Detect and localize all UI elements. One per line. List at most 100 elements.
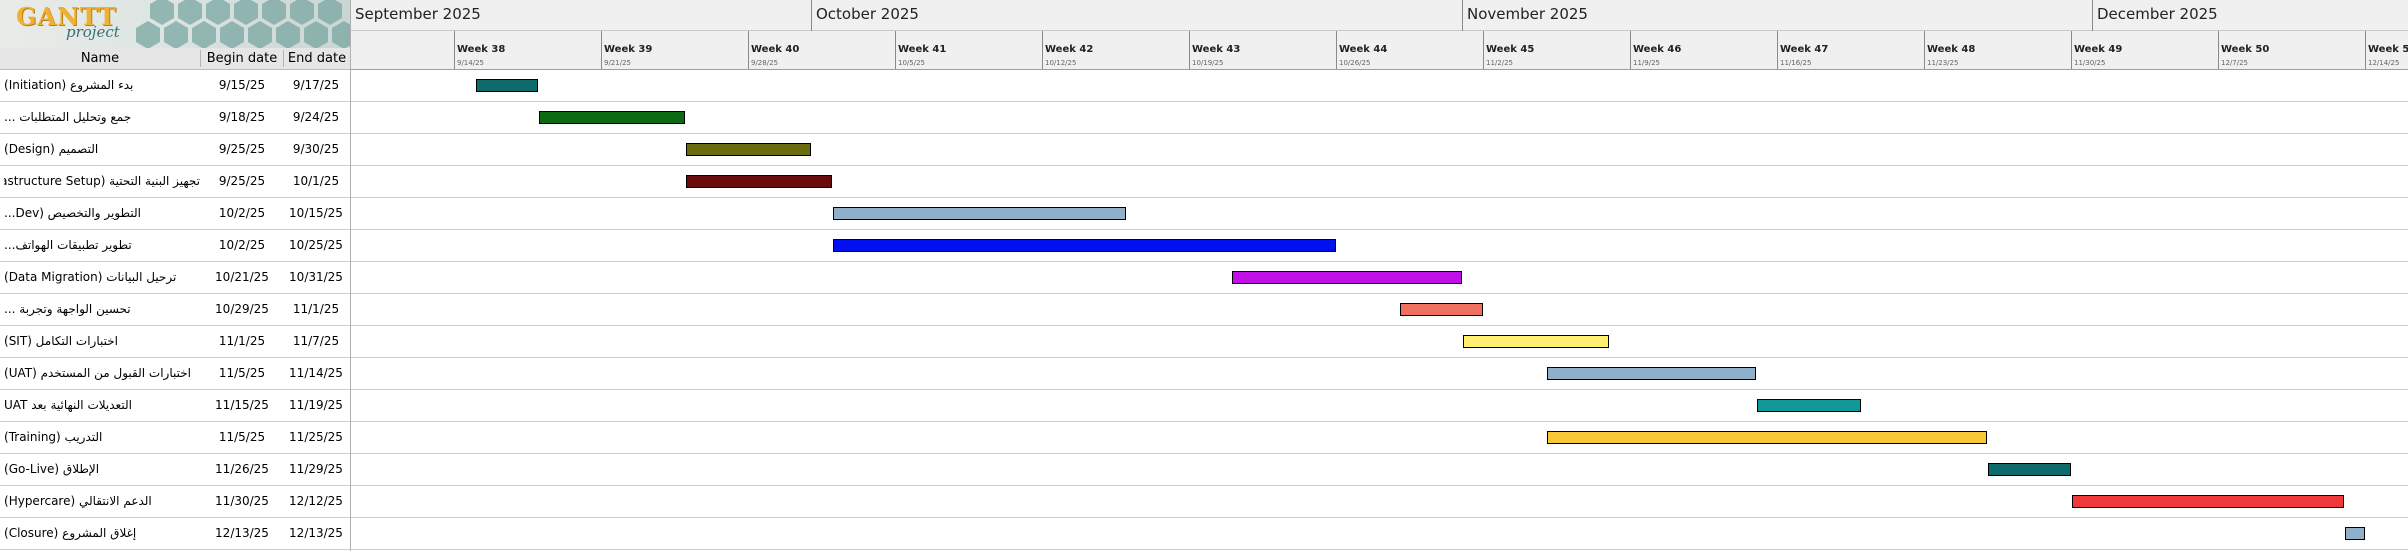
task-bar[interactable] — [1757, 399, 1861, 412]
task-begin-date-cell[interactable]: 9/18/25 — [202, 102, 282, 133]
week-label: Week 48 — [1927, 44, 1976, 55]
task-name-cell[interactable]: التصميم (Design) — [4, 134, 200, 165]
task-begin-date-cell[interactable]: 11/15/25 — [202, 390, 282, 421]
task-bar[interactable] — [2072, 495, 2344, 508]
task-end-date-cell[interactable]: 12/13/25 — [284, 518, 348, 549]
task-end-date-cell[interactable]: 11/25/25 — [284, 422, 348, 453]
task-begin-date-cell[interactable]: 11/30/25 — [202, 486, 282, 517]
week-divider — [2071, 31, 2072, 69]
table-row[interactable]: الدعم الانتقالي (Hypercare) 11/30/25 12/12… — [0, 486, 2408, 518]
task-end-date-cell[interactable]: 11/14/25 — [284, 358, 348, 389]
table-row[interactable]: جمع وتحليل المتطلبات ... 9/18/25 9/24/25 — [0, 102, 2408, 134]
task-end-date-cell[interactable]: 9/30/25 — [284, 134, 348, 165]
task-name-cell[interactable]: التعديلات النهائية بعد UAT — [4, 390, 200, 421]
table-chart-divider[interactable] — [350, 0, 351, 551]
task-end-date-cell[interactable]: 11/7/25 — [284, 326, 348, 357]
table-row[interactable]: التصميم (Design) 9/25/25 9/30/25 — [0, 134, 2408, 166]
table-row[interactable]: التدريب (Training) 11/5/25 11/25/25 — [0, 422, 2408, 454]
task-name-cell[interactable]: الدعم الانتقالي (Hypercare) — [4, 486, 200, 517]
task-bar[interactable] — [1988, 463, 2071, 476]
task-bar[interactable] — [686, 175, 832, 188]
week-start-date: 11/30/25 — [2074, 59, 2106, 67]
table-row[interactable]: التطوير والتخصيص (Dev... 10/2/25 10/15/25 — [0, 198, 2408, 230]
task-begin-date-cell[interactable]: 10/29/25 — [202, 294, 282, 325]
month-label: December 2025 — [2097, 5, 2218, 23]
task-bar[interactable] — [1547, 431, 1987, 444]
week-divider — [1336, 31, 1337, 69]
task-bar[interactable] — [539, 111, 685, 124]
task-begin-date-cell[interactable]: 9/25/25 — [202, 134, 282, 165]
month-band: September 2025 October 2025 November 2025 D… — [350, 0, 2408, 31]
week-divider — [1630, 31, 1631, 69]
task-end-date-cell[interactable]: 9/17/25 — [284, 70, 348, 101]
task-begin-date-cell[interactable]: 11/1/25 — [202, 326, 282, 357]
task-end-date-cell[interactable]: 10/25/25 — [284, 230, 348, 261]
task-end-date-cell[interactable]: 10/1/25 — [284, 166, 348, 197]
ganttproject-logo: GANTT project — [0, 0, 350, 48]
task-begin-date-cell[interactable]: 10/21/25 — [202, 262, 282, 293]
task-name-cell[interactable]: التطوير والتخصيص (Dev... — [4, 198, 200, 229]
table-row[interactable]: تحسين الواجهة وتجربة ... 10/29/25 11/1/25 — [0, 294, 2408, 326]
table-row[interactable]: التعديلات النهائية بعد UAT 11/15/25 11/19/… — [0, 390, 2408, 422]
task-bar[interactable] — [1463, 335, 1609, 348]
task-begin-date-cell[interactable]: 10/2/25 — [202, 198, 282, 229]
table-row[interactable]: اختبارات التكامل (SIT) 11/1/25 11/7/25 — [0, 326, 2408, 358]
timeline-header: September 2025 October 2025 November 2025 D… — [350, 0, 2408, 70]
week-start-date: 9/14/25 — [457, 59, 484, 67]
task-name-cell[interactable]: ترحيل البيانات (Data Migration) — [4, 262, 200, 293]
task-name-cell[interactable]: بدء المشروع (Initiation) — [4, 70, 200, 101]
week-divider — [454, 31, 455, 69]
column-header-end-date[interactable]: End date — [284, 48, 350, 69]
task-name-cell[interactable]: اختبارات القبول من المستخدم (UAT) — [4, 358, 200, 389]
task-begin-date-cell[interactable]: 10/2/25 — [202, 230, 282, 261]
column-header-begin-date[interactable]: Begin date — [201, 48, 283, 69]
task-end-date-cell[interactable]: 10/31/25 — [284, 262, 348, 293]
task-bar[interactable] — [686, 143, 811, 156]
task-name-cell[interactable]: تحسين الواجهة وتجربة ... — [4, 294, 200, 325]
week-start-date: 10/12/25 — [1045, 59, 1077, 67]
task-name-cell[interactable]: جمع وتحليل المتطلبات ... — [4, 102, 200, 133]
week-start-date: 11/9/25 — [1633, 59, 1660, 67]
task-end-date-cell[interactable]: 9/24/25 — [284, 102, 348, 133]
table-row[interactable]: بدء المشروع (Initiation) 9/15/25 9/17/25 — [0, 70, 2408, 102]
week-label: Week 45 — [1486, 44, 1535, 55]
task-begin-date-cell[interactable]: 9/15/25 — [202, 70, 282, 101]
week-divider — [2218, 31, 2219, 69]
task-name-cell[interactable]: التدريب (Training) — [4, 422, 200, 453]
column-header-name[interactable]: Name — [0, 48, 200, 69]
task-name-cell[interactable]: تجهيز البنية التحتية (Infrastructure Set… — [4, 166, 200, 197]
task-bar[interactable] — [833, 239, 1336, 252]
week-divider — [1777, 31, 1778, 69]
task-bar[interactable] — [1547, 367, 1756, 380]
task-end-date-cell[interactable]: 10/15/25 — [284, 198, 348, 229]
task-name-cell[interactable]: اختبارات التكامل (SIT) — [4, 326, 200, 357]
task-begin-date-cell[interactable]: 12/13/25 — [202, 518, 282, 549]
task-name-cell[interactable]: تطوير تطبيقات الهواتف... — [4, 230, 200, 261]
table-row[interactable]: ترحيل البيانات (Data Migration) 10/21/25 1… — [0, 262, 2408, 294]
task-bar[interactable] — [833, 207, 1126, 220]
table-row[interactable]: إغلاق المشروع (Closure) 12/13/25 12/13/25 — [0, 518, 2408, 550]
task-end-date-cell[interactable]: 11/29/25 — [284, 454, 348, 485]
task-begin-date-cell[interactable]: 11/26/25 — [202, 454, 282, 485]
week-start-date: 11/2/25 — [1486, 59, 1513, 67]
task-bar[interactable] — [1400, 303, 1483, 316]
task-bar[interactable] — [2345, 527, 2365, 540]
task-name-cell[interactable]: الإطلاق (Go-Live) — [4, 454, 200, 485]
task-end-date-cell[interactable]: 11/19/25 — [284, 390, 348, 421]
task-begin-date-cell[interactable]: 9/25/25 — [202, 166, 282, 197]
table-row[interactable]: اختبارات القبول من المستخدم (UAT) 11/5/25… — [0, 358, 2408, 390]
task-begin-date-cell[interactable]: 11/5/25 — [202, 358, 282, 389]
week-label: Week 50 — [2221, 44, 2270, 55]
task-begin-date-cell[interactable]: 11/5/25 — [202, 422, 282, 453]
task-end-date-cell[interactable]: 12/12/25 — [284, 486, 348, 517]
week-start-date: 12/7/25 — [2221, 59, 2248, 67]
week-label: Week 51 — [2368, 44, 2408, 55]
week-start-date: 10/5/25 — [898, 59, 925, 67]
week-start-date: 11/23/25 — [1927, 59, 1959, 67]
task-end-date-cell[interactable]: 11/1/25 — [284, 294, 348, 325]
task-bar[interactable] — [476, 79, 538, 92]
task-name-cell[interactable]: إغلاق المشروع (Closure) — [4, 518, 200, 549]
task-bar[interactable] — [1232, 271, 1462, 284]
table-row[interactable]: تجهيز البنية التحتية (Infrastructure Set… — [0, 166, 2408, 198]
week-start-date: 11/16/25 — [1780, 59, 1812, 67]
